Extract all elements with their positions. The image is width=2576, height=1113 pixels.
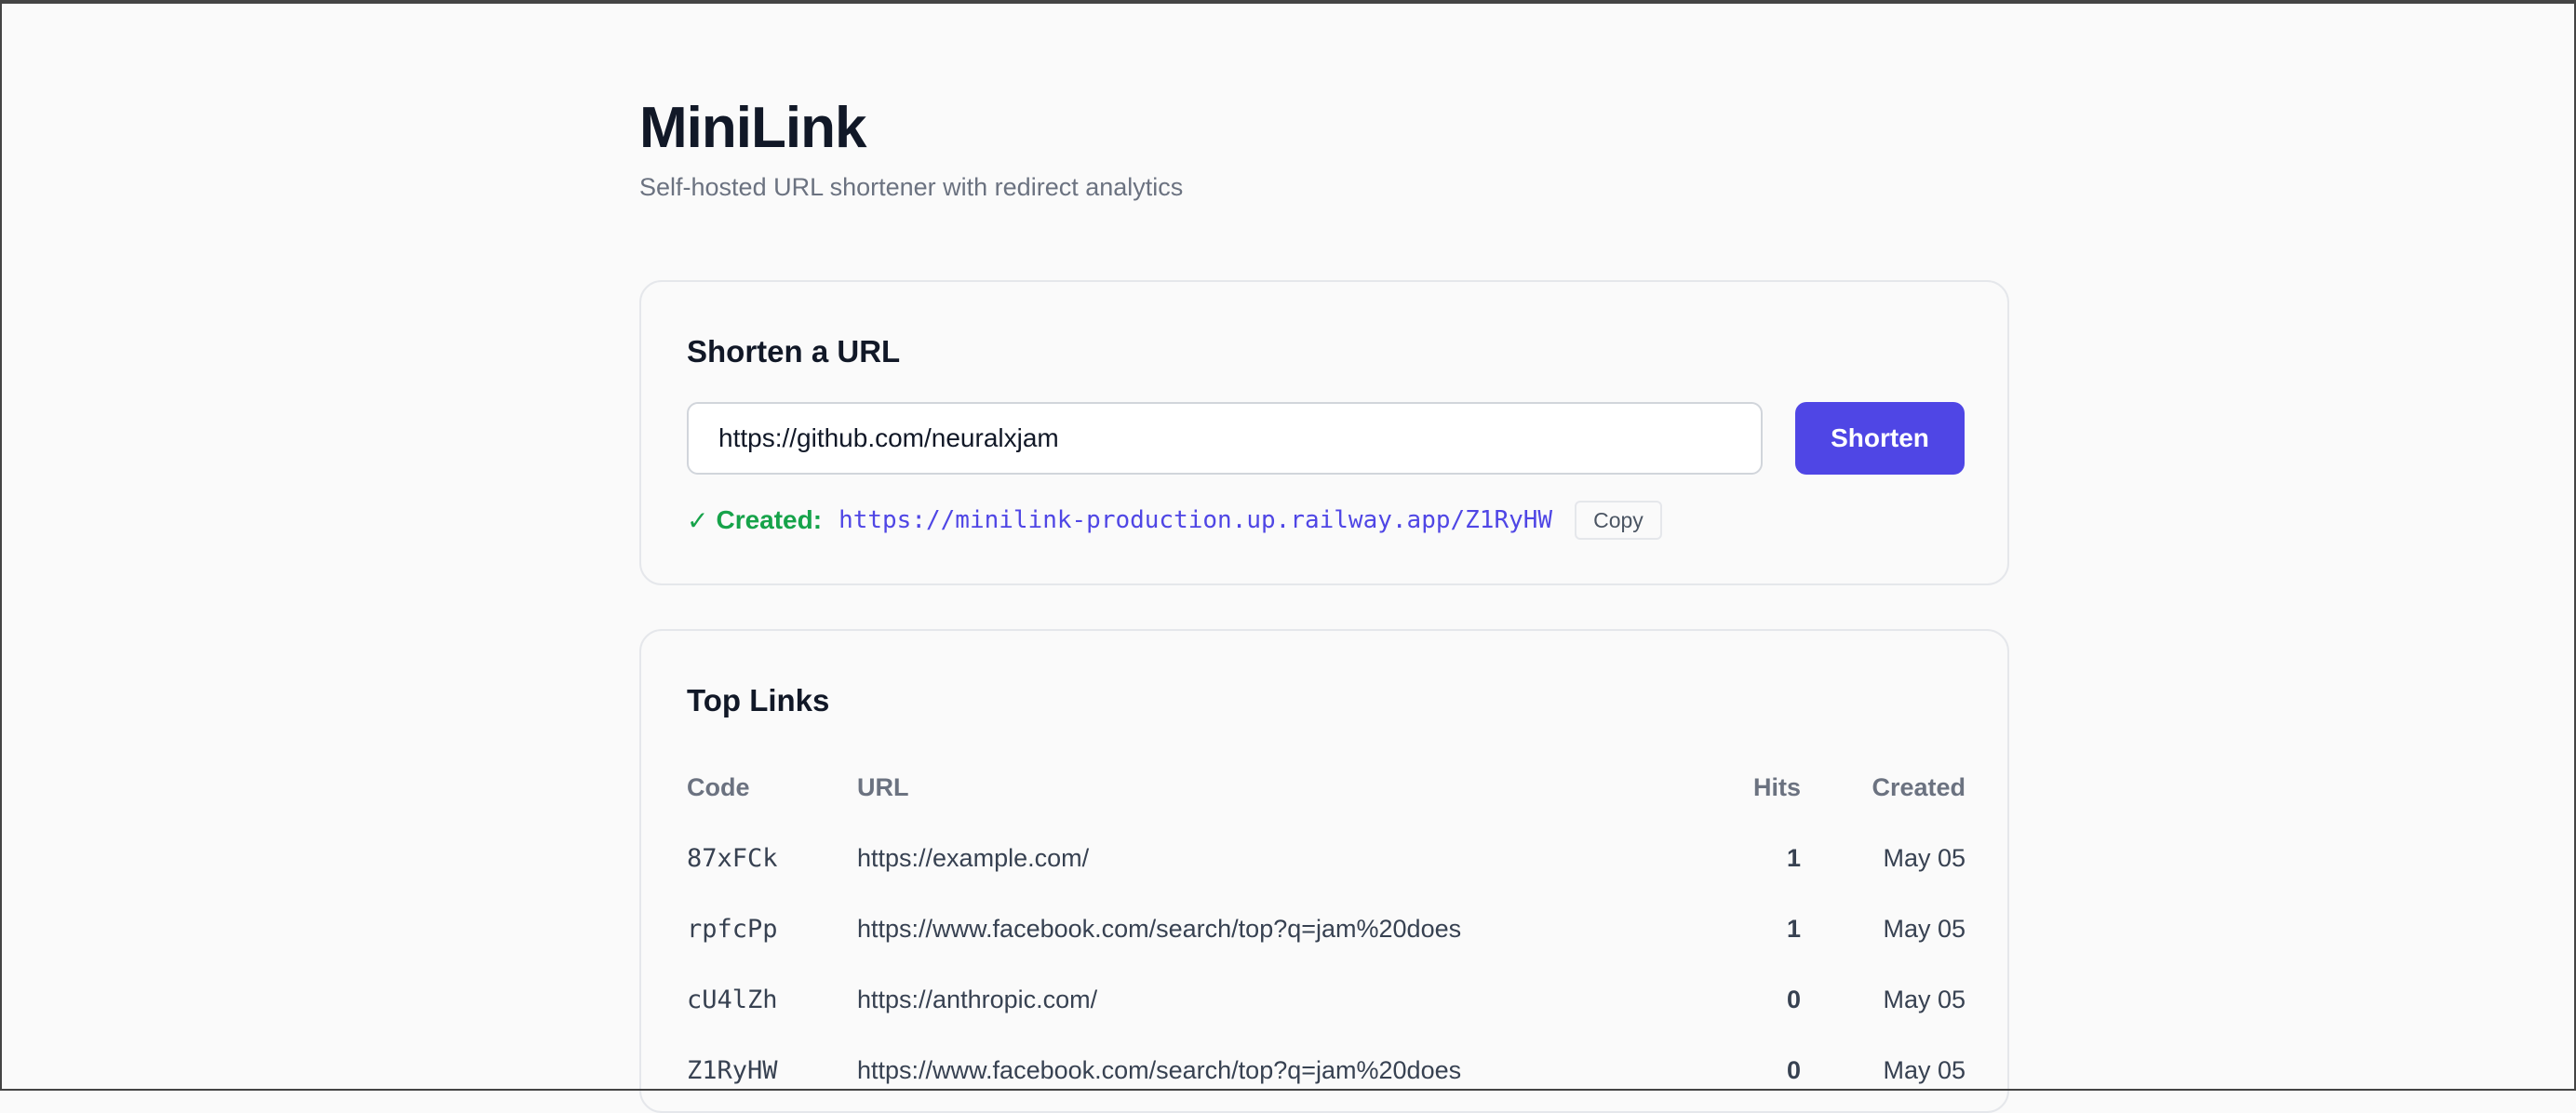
link-code[interactable]: cU4lZh bbox=[687, 964, 857, 1035]
link-created: May 05 bbox=[1883, 843, 1966, 872]
column-header-hits: Hits bbox=[1752, 772, 1801, 801]
link-created: May 05 bbox=[1883, 1055, 1966, 1084]
link-url: https://www.facebook.com/search/top?q=ja… bbox=[857, 1055, 1462, 1084]
link-url: https://www.facebook.com/search/top?q=ja… bbox=[857, 914, 1462, 943]
table-header-row: Code URL Hits Created bbox=[687, 752, 1966, 823]
link-url: https://example.com/ bbox=[857, 843, 1090, 872]
link-code[interactable]: rpfcPp bbox=[687, 893, 857, 964]
shorten-button[interactable]: Shorten bbox=[1795, 402, 1965, 475]
link-code[interactable]: Z1RyHW bbox=[687, 1035, 857, 1106]
created-label: Created: bbox=[716, 505, 823, 534]
link-created: May 05 bbox=[1883, 985, 1966, 1013]
table-row: Z1RyHW https://www.facebook.com/search/t… bbox=[687, 1035, 1966, 1106]
app-subtitle: Self-hosted URL shortener with redirect … bbox=[639, 173, 1184, 201]
link-hits: 1 bbox=[1786, 914, 1801, 943]
link-hits: 0 bbox=[1786, 1055, 1801, 1084]
result-row: ✓ Created: https://minilink-production.u… bbox=[687, 499, 1662, 542]
app-title: MiniLink bbox=[639, 96, 866, 160]
shorten-card-title: Shorten a URL bbox=[687, 334, 901, 369]
shorten-card: Shorten a URL Shorten ✓ Created: https:/… bbox=[639, 280, 2009, 585]
link-hits: 0 bbox=[1786, 985, 1801, 1013]
table-row: cU4lZh https://anthropic.com/ 0 May 05 bbox=[687, 964, 1966, 1035]
url-input[interactable] bbox=[687, 402, 1763, 475]
link-code[interactable]: 87xFCk bbox=[687, 823, 857, 893]
table-row: rpfcPp https://www.facebook.com/search/t… bbox=[687, 893, 1966, 964]
column-header-code: Code bbox=[687, 772, 750, 801]
copy-button[interactable]: Copy bbox=[1575, 501, 1662, 540]
check-icon: ✓ bbox=[687, 505, 709, 535]
link-created: May 05 bbox=[1883, 914, 1966, 943]
link-url: https://anthropic.com/ bbox=[857, 985, 1098, 1013]
top-links-title: Top Links bbox=[687, 683, 830, 717]
link-hits: 1 bbox=[1786, 843, 1801, 872]
short-url-link[interactable]: https://minilink-production.up.railway.a… bbox=[839, 506, 1552, 534]
links-table: Code URL Hits Created 87xFCk https://exa… bbox=[687, 752, 1966, 1106]
top-links-card: Top Links Code URL Hits Created 87xFCk h… bbox=[639, 629, 2009, 1113]
column-header-url: URL bbox=[857, 772, 909, 801]
table-row: 87xFCk https://example.com/ 1 May 05 bbox=[687, 823, 1966, 893]
column-header-created: Created bbox=[1872, 772, 1966, 801]
created-status: ✓ Created: bbox=[687, 505, 822, 536]
